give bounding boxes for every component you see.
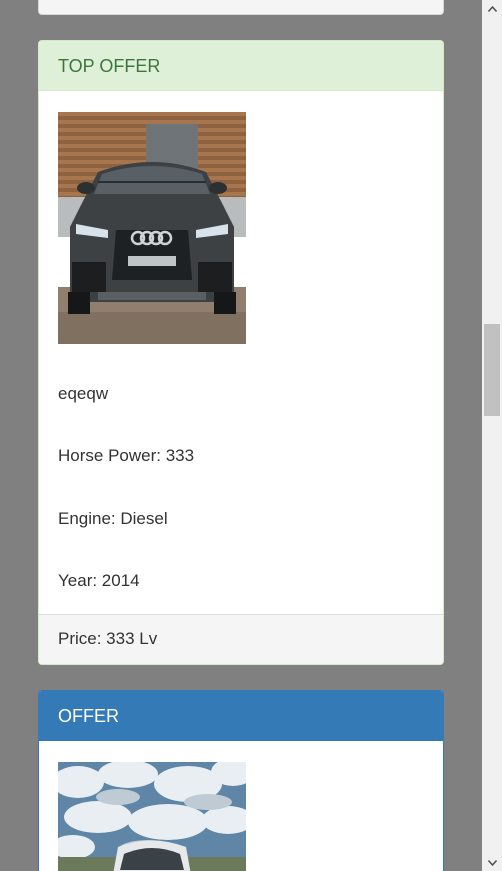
horse-power: Horse Power: 333	[58, 446, 195, 465]
previous-card-footer	[38, 0, 444, 15]
scroll-thumb[interactable]	[484, 324, 500, 416]
top-offer-card: TOP OFFER eqeqw Horse Power: 333 Engine:…	[38, 40, 444, 665]
offer-heading: OFFER	[39, 691, 443, 741]
top-offer-heading: TOP OFFER	[39, 41, 443, 91]
car-front-photo[interactable]	[58, 112, 246, 344]
price-footer: Price: 333 Lv	[39, 614, 443, 664]
scroll-up-icon[interactable]	[482, 0, 502, 17]
scroll-down-icon[interactable]	[482, 854, 502, 871]
car-sky-photo[interactable]	[58, 762, 246, 871]
offer-card: OFFER	[38, 690, 444, 871]
year: Year: 2014	[58, 571, 140, 590]
page: TOP OFFER eqeqw Horse Power: 333 Engine:…	[0, 0, 502, 871]
car-name: eqeqw	[58, 384, 109, 403]
engine-type: Engine: Diesel	[58, 509, 168, 528]
vertical-scrollbar[interactable]	[482, 0, 502, 871]
